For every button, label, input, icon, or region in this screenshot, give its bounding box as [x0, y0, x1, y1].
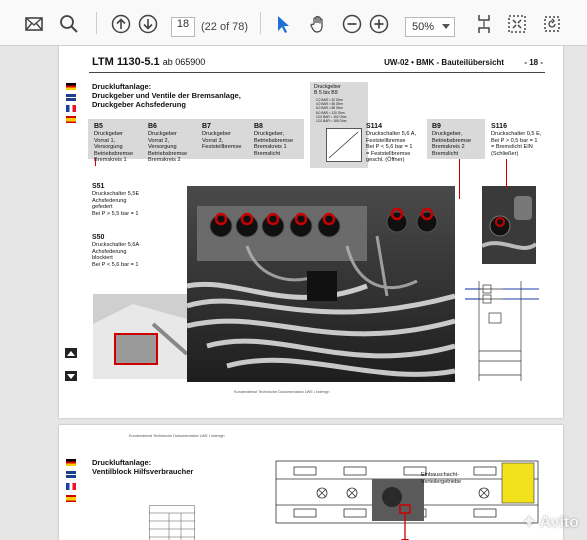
expand-down-icon[interactable]: [65, 371, 77, 381]
chart-row: 6,0 BAR = 88 Ohm: [316, 106, 343, 111]
flag-es-icon[interactable]: [66, 495, 76, 502]
code-b6: B6: [148, 123, 157, 130]
page-footer: Kundendienst Technische Dokumentation LW…: [234, 390, 330, 394]
code-s114: S114: [366, 123, 382, 130]
mail-icon[interactable]: [22, 12, 46, 36]
desc-s51: Druckschalter 5,5E Achsfederung gefedert…: [92, 191, 140, 217]
zoom-in-icon[interactable]: [367, 12, 391, 36]
code-s116: S116: [491, 123, 507, 130]
avito-watermark: ✦ Avito: [522, 512, 579, 532]
desc-s50: Druckschalter 5,6A Achsfederung blockier…: [92, 242, 140, 268]
pdf-page: LTM 1130-5.1 ab 065900 UW-02 • BMK - Bau…: [59, 46, 563, 418]
desc-s116: Druckschalter 0,5 E, Bei P > 0,5 bar = 1…: [491, 131, 542, 157]
section-code: UW-02 • BMK - Bauteilübersicht: [384, 58, 505, 67]
pdf-page: Kundendienst Technische Dokumentation LW…: [59, 425, 563, 540]
sensor-chart-table: 2,0 BAR = 32 Ohm 4,0 BAR = 56 Ohm 6,0 BA…: [316, 98, 346, 123]
avito-logo-icon: ✦: [522, 514, 536, 531]
search-icon[interactable]: [57, 12, 81, 36]
fit-page-icon[interactable]: [472, 12, 496, 36]
flag-uk-icon[interactable]: [66, 94, 76, 101]
hand-tool-icon[interactable]: [306, 12, 330, 36]
sensor-chart-title: Druckgeber B 5 bis B9: [314, 84, 341, 96]
expand-up-icon[interactable]: [65, 348, 77, 358]
flag-fr-icon[interactable]: [66, 105, 76, 112]
brake-valve-photo: [187, 186, 455, 382]
flag-de-icon[interactable]: [66, 459, 76, 466]
page-header: UW-02 • BMK - Bauteilübersicht - 18 -: [384, 58, 543, 67]
vehicle-schematic: [275, 460, 539, 540]
zoom-out-icon[interactable]: [340, 12, 364, 36]
flag-uk-icon[interactable]: [66, 471, 76, 478]
fit-width-icon[interactable]: [505, 12, 529, 36]
select-cursor-icon[interactable]: [271, 12, 295, 36]
code-b9: B9: [432, 123, 441, 130]
zoom-select[interactable]: 50%: [405, 17, 455, 37]
page-down-icon[interactable]: [136, 12, 160, 36]
toolbar-divider: [260, 12, 261, 34]
page-number-input[interactable]: 18: [171, 17, 195, 37]
flag-fr-icon[interactable]: [66, 483, 76, 490]
sensor-chart-box: Druckgeber B 5 bis B9 2,0 BAR = 32 Ohm 4…: [310, 82, 368, 168]
page-count-label: (22 of 78): [201, 21, 249, 33]
code-s50: S50: [92, 234, 105, 241]
desc-b6: Druckgeber Vorrat 2, Versorgung Betriebs…: [148, 131, 188, 164]
page-number: - 18 -: [524, 58, 543, 67]
leader-line: [459, 159, 460, 199]
watermark-text: Avito: [539, 514, 579, 531]
desc-b7: Druckgeber Vorrat 3, Feststellbremse: [202, 131, 242, 151]
page-header-note: Kundendienst Technische Dokumentation LW…: [129, 434, 225, 438]
chart-row: 12,0 BAR = 180 Ohm: [316, 119, 347, 124]
chevron-down-icon: [442, 24, 450, 29]
sensor-graph: [326, 128, 362, 162]
desc-s114: Druckschalter 5,6 A, Feststellbremse Bei…: [366, 131, 417, 164]
code-b5: B5: [94, 123, 103, 130]
document-viewport[interactable]: LTM 1130-5.1 ab 065900 UW-02 • BMK - Bau…: [0, 46, 587, 540]
desc-b9: Druckgeber, Betriebsbremse Bremskreis 2 …: [432, 131, 472, 157]
page-up-icon[interactable]: [109, 12, 133, 36]
pdf-toolbar: 18 (22 of 78) 50%: [0, 0, 587, 46]
code-s51: S51: [92, 183, 105, 190]
rotate-icon[interactable]: [540, 12, 564, 36]
flag-es-icon[interactable]: [66, 116, 76, 123]
serial-range: ab 065900: [162, 57, 206, 67]
desc-b8: Druckgeber, Betriebsbremse Bremskreis 1 …: [254, 131, 294, 157]
leader-line: [506, 159, 507, 189]
zoom-value: 50%: [412, 21, 435, 33]
spec-table: [149, 505, 195, 540]
section-title: Druckluftanlage: Ventilblock Hilfsverbra…: [92, 458, 194, 476]
code-b7: B7: [202, 123, 211, 130]
model-name: LTM 1130-5.1: [92, 56, 160, 68]
page-title: LTM 1130-5.1 ab 065900: [92, 56, 205, 68]
flag-de-icon[interactable]: [66, 83, 76, 90]
section-title: Druckluftanlage: Druckgeber und Ventile …: [92, 82, 241, 109]
code-b8: B8: [254, 123, 263, 130]
wiring-schematic: [465, 281, 539, 381]
s116-photo: [482, 186, 536, 264]
desc-b5: Druckgeber Vorrat 1, Versorgung Betriebs…: [94, 131, 134, 164]
label-einbauschacht: Einbauschacht- Verteilergetriebe: [421, 472, 462, 485]
header-rule: [89, 72, 545, 73]
leader-line: [95, 158, 96, 166]
toolbar-divider: [96, 12, 97, 34]
inset-photo: [93, 294, 187, 379]
